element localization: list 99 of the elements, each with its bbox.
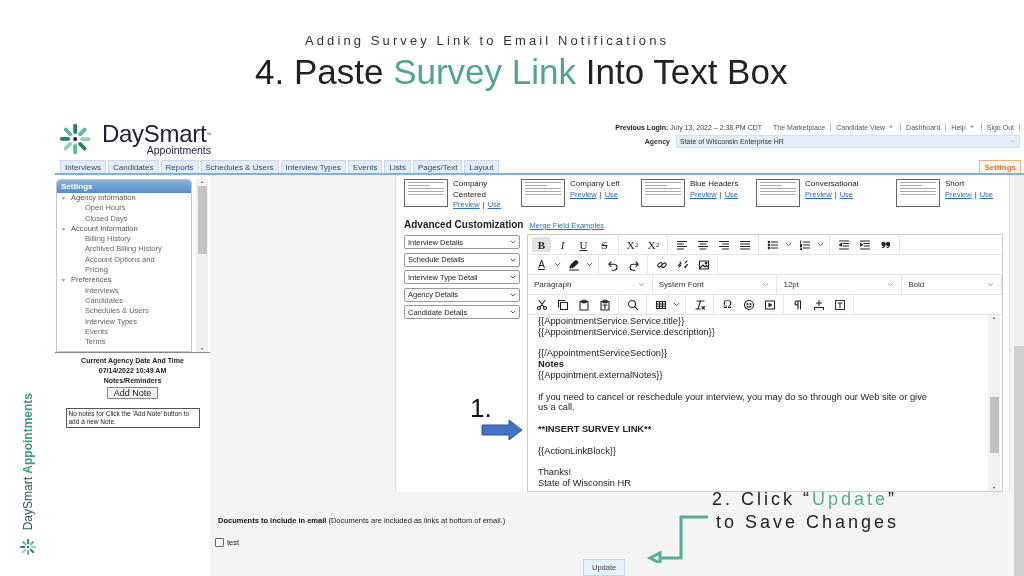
chevron-icon (1009, 138, 1016, 145)
slide-title: 4. Paste Survey Link Into Text Box (255, 52, 789, 92)
instruction-text: to Save Changes (716, 512, 900, 533)
nav-tab[interactable]: Lists (384, 160, 411, 173)
strikethrough-button[interactable]: S (595, 237, 614, 252)
nav-tab[interactable]: Schedules & Users (200, 160, 279, 173)
chevron-icon (886, 280, 896, 289)
template-thumbnail (896, 179, 940, 207)
chevron-icon[interactable] (553, 260, 562, 269)
paragraph-mark-icon[interactable] (791, 298, 804, 311)
outdent-icon[interactable] (837, 238, 850, 251)
nav-tab[interactable]: Layout (464, 160, 499, 173)
editor-text: **INSERT SURVEY LINK** (538, 423, 653, 435)
text-color-button[interactable]: A (532, 257, 551, 272)
indent-icon[interactable] (858, 238, 871, 251)
editor-text: Notes (538, 359, 565, 370)
editor-text: If you need to cancel or reschedule your interview, you may do so through our Web site or give us a call. (538, 391, 928, 414)
cut-icon[interactable] (535, 298, 548, 311)
template-name: Conversational (805, 179, 859, 190)
format-select[interactable]: Bold (902, 275, 1002, 294)
scroll-down-icon[interactable] (199, 346, 205, 352)
scroll-down-icon[interactable] (991, 485, 997, 491)
editor-text: State of Wisconsin HR (538, 477, 632, 489)
chevron-icon (761, 280, 771, 289)
emoji-icon[interactable] (742, 298, 755, 311)
template-name: Company Left (570, 179, 620, 190)
scrollbar[interactable] (196, 179, 208, 352)
chevron-icon[interactable] (816, 240, 825, 249)
step-number: 1. (470, 393, 492, 424)
nav-tab[interactable]: Candidates (108, 160, 159, 173)
editor-text: {{ActionLinkBlock}} (538, 445, 618, 457)
template-thumbnail (641, 179, 685, 207)
numbered-list-icon[interactable] (798, 238, 811, 251)
template-thumbnail (756, 179, 800, 207)
align-center-icon[interactable] (696, 238, 709, 251)
media-icon[interactable] (763, 298, 776, 311)
panel-title: Settings (57, 180, 191, 193)
format-select[interactable]: Paragraph (528, 275, 653, 294)
scroll-up-icon[interactable] (991, 315, 997, 321)
copy-icon[interactable] (556, 298, 569, 311)
unlink-icon[interactable] (676, 258, 689, 271)
slide-subtitle: Adding Survey Link to Email Notifications (305, 33, 671, 48)
table-icon[interactable] (654, 298, 667, 311)
clear-formatting-icon[interactable] (693, 298, 706, 311)
template-thumbnail (521, 179, 565, 207)
scrollbar-thumb[interactable] (197, 186, 207, 254)
logo-icon (58, 122, 92, 156)
chevron-icon (636, 280, 646, 289)
chevron-icon[interactable] (672, 300, 681, 309)
chevron-icon[interactable] (784, 240, 793, 249)
editor-text: {{AppointmentService.Service.title}} (538, 316, 686, 327)
editor-text: {{/AppointmentServiceSection}} (538, 348, 669, 360)
template-icon[interactable] (833, 298, 846, 311)
chevron-icon (986, 280, 995, 289)
paste-text-icon[interactable] (598, 298, 611, 311)
special-character-button[interactable]: Ω (718, 297, 737, 312)
search-icon[interactable] (626, 298, 639, 311)
arrow-drawing (648, 515, 710, 563)
bulleted-list-icon[interactable] (766, 238, 779, 251)
brand-subtitle: Appointments (146, 144, 211, 156)
image-icon[interactable] (697, 258, 710, 271)
highlighter-icon[interactable] (567, 258, 580, 271)
scrollbar[interactable] (1014, 175, 1024, 576)
format-select[interactable]: System Font (652, 275, 778, 294)
arrow-drawing (481, 419, 523, 441)
paste-icon[interactable] (577, 298, 590, 311)
add-note-button[interactable]: Add Note (106, 387, 159, 399)
nav-tab[interactable]: Events (348, 160, 383, 173)
underline-button[interactable]: U (574, 237, 593, 252)
nav-tab[interactable]: Interview Types (280, 160, 346, 173)
instruction-text: 2. Click “Update” (712, 489, 898, 510)
editor-text: {{AppointmentService.Service.description}} (538, 326, 716, 338)
scrollbar[interactable] (988, 315, 1000, 491)
chevron-icon (509, 238, 517, 246)
brand-text: DaySmart Appointments (20, 392, 35, 530)
template-name: Blue Headers (690, 179, 739, 190)
template-name: Short (945, 179, 966, 190)
chevron-icon (509, 308, 517, 316)
template-name: Company Centered (453, 179, 489, 200)
logo-icon (18, 538, 37, 556)
align-left-icon[interactable] (675, 238, 688, 251)
format-select[interactable]: 12pt (777, 275, 903, 294)
scrollbar-thumb[interactable] (989, 397, 999, 453)
editor-text: Thanks! (538, 467, 573, 478)
chevron-icon[interactable] (585, 260, 594, 269)
nav-tab[interactable]: Pages/Text (412, 160, 463, 173)
editor-text: {{Appointment.externalNotes}} (538, 370, 664, 381)
insert-line-icon[interactable] (812, 298, 825, 311)
italic-button[interactable]: I (553, 237, 572, 252)
template-thumbnail (404, 179, 448, 207)
align-right-icon[interactable] (717, 238, 730, 251)
checkbox[interactable] (215, 538, 224, 547)
nav-tab[interactable]: Reports (160, 160, 199, 173)
justify-icon[interactable] (738, 238, 751, 251)
scrollbar-thumb[interactable] (1014, 346, 1024, 576)
section-title: Advanced Customization (404, 219, 524, 230)
bold-button[interactable]: B (532, 237, 551, 252)
nav-tab[interactable]: Interviews (60, 160, 106, 173)
chevron-icon (509, 273, 517, 281)
